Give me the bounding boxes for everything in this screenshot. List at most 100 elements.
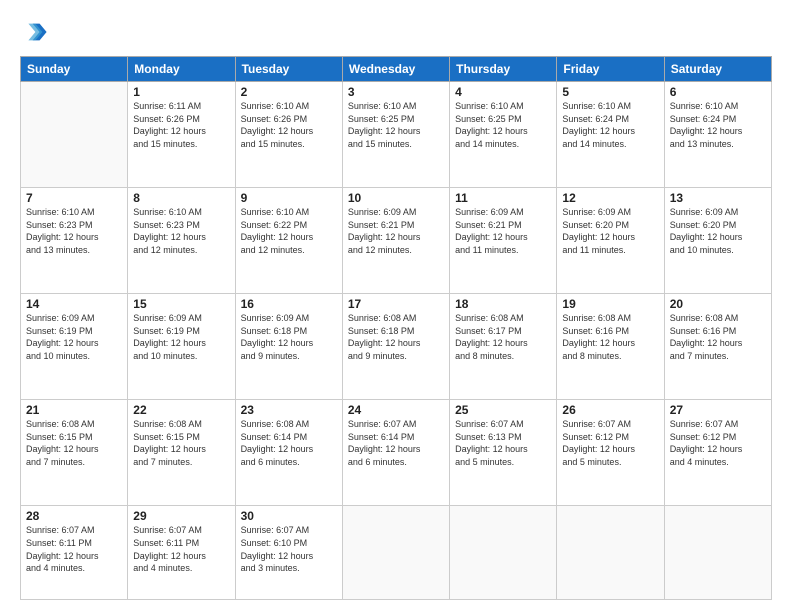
day-info: Sunrise: 6:09 AM Sunset: 6:20 PM Dayligh… [562,206,658,256]
day-number: 13 [670,191,766,205]
weekday-header-tuesday: Tuesday [235,57,342,82]
weekday-header-saturday: Saturday [664,57,771,82]
calendar-cell: 2Sunrise: 6:10 AM Sunset: 6:26 PM Daylig… [235,82,342,188]
calendar-cell: 28Sunrise: 6:07 AM Sunset: 6:11 PM Dayli… [21,506,128,600]
calendar-cell: 22Sunrise: 6:08 AM Sunset: 6:15 PM Dayli… [128,400,235,506]
calendar-cell: 17Sunrise: 6:08 AM Sunset: 6:18 PM Dayli… [342,294,449,400]
day-info: Sunrise: 6:11 AM Sunset: 6:26 PM Dayligh… [133,100,229,150]
day-info: Sunrise: 6:09 AM Sunset: 6:19 PM Dayligh… [26,312,122,362]
calendar-cell: 9Sunrise: 6:10 AM Sunset: 6:22 PM Daylig… [235,188,342,294]
calendar-cell: 20Sunrise: 6:08 AM Sunset: 6:16 PM Dayli… [664,294,771,400]
day-info: Sunrise: 6:07 AM Sunset: 6:12 PM Dayligh… [670,418,766,468]
day-info: Sunrise: 6:10 AM Sunset: 6:24 PM Dayligh… [562,100,658,150]
calendar-week-row: 1Sunrise: 6:11 AM Sunset: 6:26 PM Daylig… [21,82,772,188]
calendar-cell: 30Sunrise: 6:07 AM Sunset: 6:10 PM Dayli… [235,506,342,600]
calendar-cell: 16Sunrise: 6:09 AM Sunset: 6:18 PM Dayli… [235,294,342,400]
day-number: 4 [455,85,551,99]
day-number: 5 [562,85,658,99]
day-number: 21 [26,403,122,417]
day-info: Sunrise: 6:07 AM Sunset: 6:14 PM Dayligh… [348,418,444,468]
day-number: 24 [348,403,444,417]
day-info: Sunrise: 6:10 AM Sunset: 6:23 PM Dayligh… [26,206,122,256]
calendar-cell: 29Sunrise: 6:07 AM Sunset: 6:11 PM Dayli… [128,506,235,600]
calendar-cell: 1Sunrise: 6:11 AM Sunset: 6:26 PM Daylig… [128,82,235,188]
day-info: Sunrise: 6:07 AM Sunset: 6:13 PM Dayligh… [455,418,551,468]
calendar-cell: 3Sunrise: 6:10 AM Sunset: 6:25 PM Daylig… [342,82,449,188]
day-number: 14 [26,297,122,311]
day-number: 10 [348,191,444,205]
calendar-table: SundayMondayTuesdayWednesdayThursdayFrid… [20,56,772,600]
calendar-cell: 10Sunrise: 6:09 AM Sunset: 6:21 PM Dayli… [342,188,449,294]
weekday-header-wednesday: Wednesday [342,57,449,82]
day-info: Sunrise: 6:08 AM Sunset: 6:14 PM Dayligh… [241,418,337,468]
day-info: Sunrise: 6:08 AM Sunset: 6:18 PM Dayligh… [348,312,444,362]
calendar-cell: 12Sunrise: 6:09 AM Sunset: 6:20 PM Dayli… [557,188,664,294]
calendar-week-row: 21Sunrise: 6:08 AM Sunset: 6:15 PM Dayli… [21,400,772,506]
calendar-cell [557,506,664,600]
day-number: 28 [26,509,122,523]
day-info: Sunrise: 6:09 AM Sunset: 6:21 PM Dayligh… [348,206,444,256]
calendar-cell: 19Sunrise: 6:08 AM Sunset: 6:16 PM Dayli… [557,294,664,400]
day-info: Sunrise: 6:08 AM Sunset: 6:15 PM Dayligh… [133,418,229,468]
day-info: Sunrise: 6:10 AM Sunset: 6:22 PM Dayligh… [241,206,337,256]
day-info: Sunrise: 6:10 AM Sunset: 6:25 PM Dayligh… [348,100,444,150]
day-number: 1 [133,85,229,99]
calendar-week-row: 7Sunrise: 6:10 AM Sunset: 6:23 PM Daylig… [21,188,772,294]
logo [20,18,52,46]
calendar-cell: 6Sunrise: 6:10 AM Sunset: 6:24 PM Daylig… [664,82,771,188]
weekday-header-friday: Friday [557,57,664,82]
weekday-header-monday: Monday [128,57,235,82]
calendar-cell: 8Sunrise: 6:10 AM Sunset: 6:23 PM Daylig… [128,188,235,294]
day-info: Sunrise: 6:08 AM Sunset: 6:16 PM Dayligh… [562,312,658,362]
calendar-week-row: 28Sunrise: 6:07 AM Sunset: 6:11 PM Dayli… [21,506,772,600]
day-info: Sunrise: 6:10 AM Sunset: 6:23 PM Dayligh… [133,206,229,256]
day-info: Sunrise: 6:09 AM Sunset: 6:21 PM Dayligh… [455,206,551,256]
day-info: Sunrise: 6:10 AM Sunset: 6:24 PM Dayligh… [670,100,766,150]
calendar-cell: 25Sunrise: 6:07 AM Sunset: 6:13 PM Dayli… [450,400,557,506]
day-info: Sunrise: 6:07 AM Sunset: 6:11 PM Dayligh… [133,524,229,574]
day-number: 9 [241,191,337,205]
calendar-cell: 13Sunrise: 6:09 AM Sunset: 6:20 PM Dayli… [664,188,771,294]
calendar-cell [450,506,557,600]
calendar-cell: 7Sunrise: 6:10 AM Sunset: 6:23 PM Daylig… [21,188,128,294]
calendar-header-row: SundayMondayTuesdayWednesdayThursdayFrid… [21,57,772,82]
day-number: 20 [670,297,766,311]
day-info: Sunrise: 6:09 AM Sunset: 6:20 PM Dayligh… [670,206,766,256]
day-info: Sunrise: 6:07 AM Sunset: 6:11 PM Dayligh… [26,524,122,574]
day-number: 11 [455,191,551,205]
day-number: 23 [241,403,337,417]
calendar-cell [664,506,771,600]
page: SundayMondayTuesdayWednesdayThursdayFrid… [0,0,792,612]
calendar-cell: 18Sunrise: 6:08 AM Sunset: 6:17 PM Dayli… [450,294,557,400]
day-number: 27 [670,403,766,417]
day-number: 25 [455,403,551,417]
day-number: 12 [562,191,658,205]
day-number: 22 [133,403,229,417]
calendar-cell: 15Sunrise: 6:09 AM Sunset: 6:19 PM Dayli… [128,294,235,400]
calendar-cell: 24Sunrise: 6:07 AM Sunset: 6:14 PM Dayli… [342,400,449,506]
day-number: 16 [241,297,337,311]
calendar-cell [342,506,449,600]
calendar-cell: 4Sunrise: 6:10 AM Sunset: 6:25 PM Daylig… [450,82,557,188]
day-info: Sunrise: 6:08 AM Sunset: 6:15 PM Dayligh… [26,418,122,468]
calendar-cell: 27Sunrise: 6:07 AM Sunset: 6:12 PM Dayli… [664,400,771,506]
day-number: 26 [562,403,658,417]
day-info: Sunrise: 6:09 AM Sunset: 6:19 PM Dayligh… [133,312,229,362]
day-number: 19 [562,297,658,311]
logo-icon [20,18,48,46]
day-number: 15 [133,297,229,311]
day-number: 18 [455,297,551,311]
day-number: 29 [133,509,229,523]
day-info: Sunrise: 6:09 AM Sunset: 6:18 PM Dayligh… [241,312,337,362]
day-number: 6 [670,85,766,99]
header [20,18,772,46]
calendar-cell: 23Sunrise: 6:08 AM Sunset: 6:14 PM Dayli… [235,400,342,506]
day-number: 7 [26,191,122,205]
calendar-cell: 26Sunrise: 6:07 AM Sunset: 6:12 PM Dayli… [557,400,664,506]
calendar-cell: 5Sunrise: 6:10 AM Sunset: 6:24 PM Daylig… [557,82,664,188]
calendar-cell: 21Sunrise: 6:08 AM Sunset: 6:15 PM Dayli… [21,400,128,506]
day-number: 30 [241,509,337,523]
calendar-cell: 11Sunrise: 6:09 AM Sunset: 6:21 PM Dayli… [450,188,557,294]
day-number: 8 [133,191,229,205]
weekday-header-sunday: Sunday [21,57,128,82]
